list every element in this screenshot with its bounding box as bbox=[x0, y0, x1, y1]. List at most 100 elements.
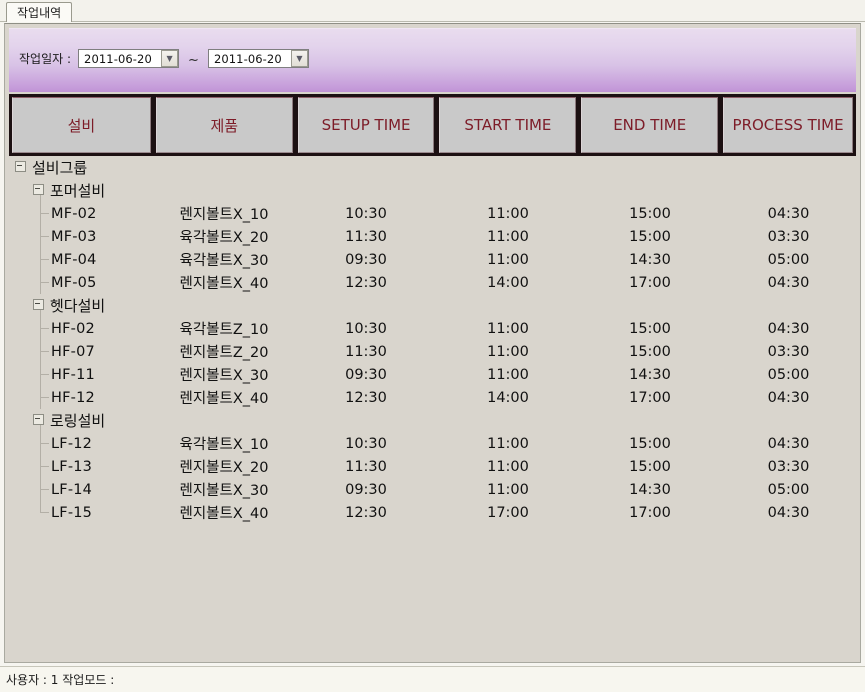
cell-setup-time: 10:30 bbox=[345, 320, 387, 337]
cell-process-time: 04:30 bbox=[767, 504, 810, 521]
cell-setup-time: 12:30 bbox=[345, 504, 387, 521]
collapse-minus-icon[interactable] bbox=[15, 161, 26, 172]
cell-product: 렌지볼트Z_20 bbox=[179, 345, 269, 361]
cell-product: 육각볼트X_20 bbox=[179, 230, 269, 246]
equip-code: HF-11 bbox=[51, 366, 95, 383]
cell-equip: LF-12 bbox=[9, 436, 153, 452]
tree-group-1[interactable]: 헷다설비 bbox=[9, 294, 856, 317]
column-header-bar: 설비 제품 SETUP TIME START TIME END TIME PROCESS … bbox=[9, 94, 856, 156]
cell-start-time: 14:00 bbox=[487, 274, 529, 291]
column-header-setup[interactable]: SETUP TIME bbox=[297, 97, 435, 153]
cell-start-time: 17:00 bbox=[487, 504, 529, 521]
chevron-down-icon[interactable]: ▼ bbox=[161, 50, 179, 67]
cell-end-time: 15:00 bbox=[629, 343, 671, 360]
equip-code: MF-03 bbox=[51, 228, 97, 245]
application-window: 작업내역 작업일자 : 2011-06-20 ▼ ~ 2011-06-20 ▼ … bbox=[0, 0, 865, 692]
table-row[interactable]: MF-02 렌지볼트X_10 10:30 11:00 15:00 04:30 bbox=[9, 202, 856, 225]
cell-process-time: 04:30 bbox=[767, 435, 810, 452]
tree-elbow-line bbox=[41, 213, 49, 214]
cell-end-time: 17:00 bbox=[629, 504, 671, 521]
tree-group-cell: 헷다설비 bbox=[9, 295, 153, 316]
date-to-combobox[interactable]: 2011-06-20 ▼ bbox=[207, 49, 309, 68]
cell-start-time: 11:00 bbox=[487, 251, 529, 268]
cell-end-time: 15:00 bbox=[629, 458, 671, 475]
collapse-minus-icon[interactable] bbox=[33, 299, 44, 310]
table-row[interactable]: LF-13 렌지볼트X_20 11:30 11:00 15:00 03:30 bbox=[9, 455, 856, 478]
table-row[interactable]: LF-15 렌지볼트X_40 12:30 17:00 17:00 04:30 bbox=[9, 501, 856, 524]
cell-process-time: 05:00 bbox=[767, 366, 810, 383]
cell-start-time: 11:00 bbox=[487, 320, 529, 337]
equip-code: MF-02 bbox=[51, 205, 97, 222]
cell-start-time: 11:00 bbox=[487, 228, 529, 245]
column-header-start[interactable]: START TIME bbox=[439, 97, 577, 153]
tree-group-2[interactable]: 로링설비 bbox=[9, 409, 856, 432]
cell-setup-time: 09:30 bbox=[345, 366, 387, 383]
date-from-combobox[interactable]: 2011-06-20 ▼ bbox=[78, 49, 180, 68]
table-row[interactable]: MF-05 렌지볼트X_40 12:30 14:00 17:00 04:30 bbox=[9, 271, 856, 294]
tree-elbow-line bbox=[41, 236, 49, 237]
cell-setup-time: 12:30 bbox=[345, 389, 387, 406]
chevron-down-icon[interactable]: ▼ bbox=[290, 50, 308, 67]
tree-group-cell: 로링설비 bbox=[9, 410, 153, 431]
cell-product: 렌지볼트X_40 bbox=[179, 506, 269, 522]
equip-code: HF-07 bbox=[51, 343, 95, 360]
cell-equip: LF-15 bbox=[9, 505, 153, 521]
cell-process-time: 03:30 bbox=[767, 343, 810, 360]
cell-equip: MF-05 bbox=[9, 275, 153, 291]
tab-work-history[interactable]: 작업내역 bbox=[6, 2, 73, 22]
table-row[interactable]: HF-11 렌지볼트X_30 09:30 11:00 14:30 05:00 bbox=[9, 363, 856, 386]
tree-elbow-line bbox=[41, 374, 49, 375]
cell-end-time: 15:00 bbox=[629, 205, 671, 222]
table-row[interactable]: MF-03 육각볼트X_20 11:30 11:00 15:00 03:30 bbox=[9, 225, 856, 248]
cell-equip: MF-02 bbox=[9, 206, 153, 222]
tree-elbow-line bbox=[41, 512, 49, 513]
cell-setup-time: 09:30 bbox=[345, 251, 387, 268]
cell-start-time: 11:00 bbox=[487, 343, 529, 360]
cell-equip: MF-04 bbox=[9, 252, 153, 268]
cell-product: 육각볼트X_10 bbox=[179, 437, 269, 453]
column-header-product[interactable]: 제품 bbox=[155, 97, 293, 153]
table-row[interactable]: LF-12 육각볼트X_10 10:30 11:00 15:00 04:30 bbox=[9, 432, 856, 455]
cell-end-time: 17:00 bbox=[629, 389, 671, 406]
cell-setup-time: 10:30 bbox=[345, 205, 387, 222]
table-row[interactable]: HF-02 육각볼트Z_10 10:30 11:00 15:00 04:30 bbox=[9, 317, 856, 340]
work-history-tree-grid[interactable]: 설비그룹 포머설비 MF-02 렌지볼트X_10 10:30 11:00 15:00 04:3… bbox=[9, 156, 856, 656]
table-row[interactable]: HF-12 렌지볼트X_40 12:30 14:00 17:00 04:30 bbox=[9, 386, 856, 409]
cell-end-time: 15:00 bbox=[629, 320, 671, 337]
collapse-minus-icon[interactable] bbox=[33, 184, 44, 195]
date-to-value: 2011-06-20 bbox=[213, 51, 282, 66]
column-header-process[interactable]: PROCESS TIME bbox=[723, 97, 853, 153]
cell-process-time: 04:30 bbox=[767, 320, 810, 337]
tree-elbow-line bbox=[41, 351, 49, 352]
cell-setup-time: 10:30 bbox=[345, 435, 387, 452]
column-header-end[interactable]: END TIME bbox=[581, 97, 719, 153]
table-row[interactable]: MF-04 육각볼트X_30 09:30 11:00 14:30 05:00 bbox=[9, 248, 856, 271]
client-area: 작업일자 : 2011-06-20 ▼ ~ 2011-06-20 ▼ 설비 제품 S… bbox=[4, 23, 861, 663]
cell-end-time: 14:30 bbox=[629, 366, 671, 383]
tab-strip: 작업내역 bbox=[0, 0, 865, 22]
column-header-equip[interactable]: 설비 bbox=[12, 97, 151, 153]
collapse-minus-icon[interactable] bbox=[33, 414, 44, 425]
equip-code: LF-14 bbox=[51, 481, 93, 498]
date-range-separator: ~ bbox=[188, 53, 199, 68]
cell-start-time: 11:00 bbox=[487, 205, 529, 222]
cell-product: 육각볼트Z_10 bbox=[179, 322, 269, 338]
cell-process-time: 04:30 bbox=[767, 274, 810, 291]
cell-end-time: 14:30 bbox=[629, 251, 671, 268]
cell-start-time: 11:00 bbox=[487, 481, 529, 498]
tree-node-root[interactable]: 설비그룹 bbox=[9, 156, 856, 179]
equip-code: LF-15 bbox=[51, 504, 93, 521]
table-row[interactable]: HF-07 렌지볼트Z_20 11:30 11:00 15:00 03:30 bbox=[9, 340, 856, 363]
cell-process-time: 03:30 bbox=[767, 228, 810, 245]
cell-equip: HF-02 bbox=[9, 321, 153, 337]
tree-group-0[interactable]: 포머설비 bbox=[9, 179, 856, 202]
table-row[interactable]: LF-14 렌지볼트X_30 09:30 11:00 14:30 05:00 bbox=[9, 478, 856, 501]
equip-code: MF-04 bbox=[51, 251, 97, 268]
cell-process-time: 03:30 bbox=[767, 458, 810, 475]
equip-code: LF-12 bbox=[51, 435, 93, 452]
cell-end-time: 14:30 bbox=[629, 481, 671, 498]
equip-code: HF-12 bbox=[51, 389, 95, 406]
cell-product: 렌지볼트X_30 bbox=[179, 483, 269, 499]
cell-process-time: 05:00 bbox=[767, 251, 810, 268]
cell-process-time: 04:30 bbox=[767, 389, 810, 406]
